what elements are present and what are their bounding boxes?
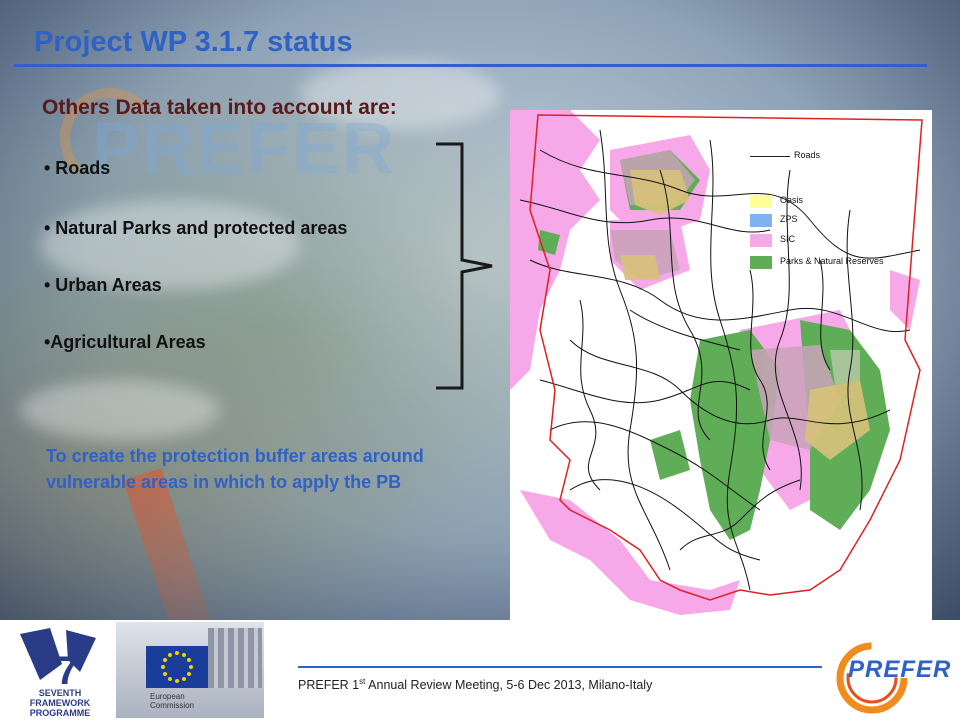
oasis-swatch — [750, 195, 772, 208]
right-brace-icon — [436, 142, 493, 390]
european-commission-label: European Commission — [150, 692, 195, 710]
roads-line-swatch — [750, 156, 790, 157]
protected-areas-map — [510, 110, 932, 622]
bullet-urban-areas: • Urban Areas — [44, 275, 162, 295]
sic-swatch — [750, 234, 772, 247]
meeting-caption: PREFER 1st Annual Review Meeting, 5-6 De… — [298, 677, 653, 693]
bullet-roads: • Roads — [44, 158, 111, 178]
bullet-agricultural-areas: •Agricultural Areas — [44, 332, 206, 352]
buffer-note: To create the protection buffer areas ar… — [46, 446, 424, 492]
bullet-natural-parks: • Natural Parks and protected areas — [44, 218, 348, 238]
light-green-area — [830, 350, 860, 385]
section-heading: Others Data taken into account are: — [42, 96, 397, 119]
prefer-logo-text: PREFER — [848, 656, 952, 683]
parks-swatch — [750, 256, 772, 269]
slide-title: Project WP 3.1.7 status — [34, 26, 353, 58]
eu-flag-icon — [146, 646, 208, 688]
commission-building — [208, 628, 262, 688]
title-underline — [14, 64, 927, 67]
watermark-logo: PREFER — [92, 109, 397, 189]
fp7-label: SEVENTH FRAMEWORK PROGRAMME — [29, 688, 91, 718]
footer-divider — [298, 666, 822, 668]
svg-text:7: 7 — [56, 649, 78, 693]
zps-swatch — [750, 214, 772, 227]
